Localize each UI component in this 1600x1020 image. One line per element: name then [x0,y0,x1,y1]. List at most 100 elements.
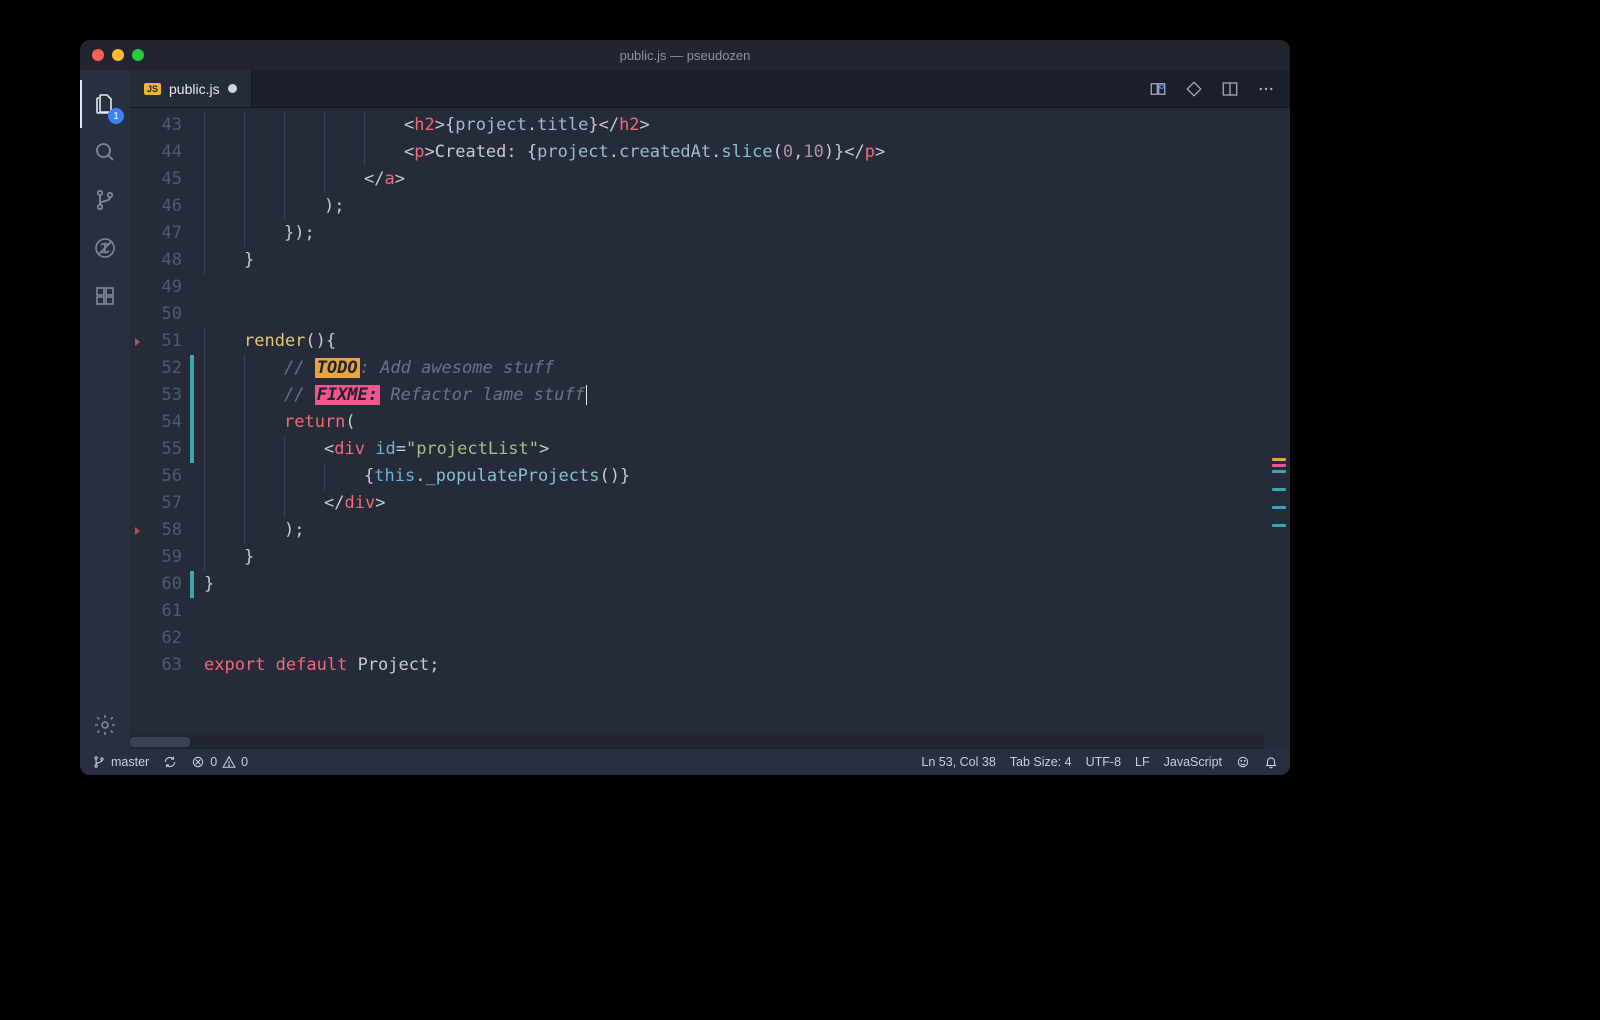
code-line[interactable]: return( [200,409,1290,436]
vscode-window: public.js — pseudozen 1 [80,40,1290,775]
split-editor-button[interactable] [1220,79,1240,99]
line-number: 48 [130,247,200,274]
status-notifications[interactable] [1264,755,1278,769]
line-number: 57 [130,490,200,517]
code-line[interactable]: {this._populateProjects()} [200,463,1290,490]
code-line[interactable]: ); [200,517,1290,544]
code-line[interactable]: render(){ [200,328,1290,355]
code-line[interactable]: <h2>{project.title}</h2> [200,112,1290,139]
bell-icon [1264,755,1278,769]
diagnostic-marker [130,328,144,355]
status-cursor[interactable]: Ln 53, Col 38 [921,755,995,769]
editor-tabs: JS public.js [130,70,1290,108]
warning-icon [222,755,236,769]
scrollbar-thumb[interactable] [130,737,190,747]
editor-actions [1134,70,1290,107]
code-line[interactable]: } [200,247,1290,274]
code-line[interactable]: ); [200,193,1290,220]
gutter-change-bar [190,355,194,382]
extensions-activity[interactable] [80,272,130,320]
line-number: 47 [130,220,200,247]
activity-bar: 1 [80,70,130,749]
line-number: 58 [130,517,200,544]
tab-label: public.js [169,81,220,97]
status-feedback[interactable] [1236,755,1250,769]
warning-count: 0 [241,755,248,769]
traffic-lights [92,49,144,61]
line-number: 56 [130,463,200,490]
ellipsis-icon [1257,80,1275,98]
status-tabsize[interactable]: Tab Size: 4 [1010,755,1072,769]
status-bar: master 0 0 Ln 53, Col 38 Tab Size: 4 UTF… [80,749,1290,775]
open-changes-button[interactable] [1184,79,1204,99]
more-actions-button[interactable] [1256,79,1276,99]
editor-body[interactable]: 4344454647484950515253545556575859606162… [130,108,1290,749]
maximize-window-button[interactable] [132,49,144,61]
settings-activity[interactable] [80,701,130,749]
code-line[interactable]: </div> [200,490,1290,517]
minimize-window-button[interactable] [112,49,124,61]
line-number: 45 [130,166,200,193]
line-number: 61 [130,598,200,625]
status-eol[interactable]: LF [1135,755,1150,769]
line-number: 46 [130,193,200,220]
extensions-icon [93,284,117,308]
line-number: 44 [130,139,200,166]
diff-diamond-icon [1185,80,1203,98]
window-title: public.js — pseudozen [80,48,1290,63]
gutter-change-bar [190,436,194,463]
compare-icon [1149,80,1167,98]
code-line[interactable]: <p>Created: {project.createdAt.slice(0,1… [200,139,1290,166]
explorer-badge: 1 [108,108,124,124]
code-area[interactable]: <h2>{project.title}</h2><p>Created: {pro… [200,108,1290,749]
status-branch[interactable]: master [92,755,149,769]
code-line[interactable]: export default Project; [200,652,1290,679]
code-line[interactable]: <div id="projectList"> [200,436,1290,463]
branch-icon [92,755,106,769]
search-icon [93,140,117,164]
error-icon [191,755,205,769]
minimap-marker [1272,488,1286,491]
minimap-marker [1272,470,1286,473]
editor-column: JS public.js [130,70,1290,749]
gutter-change-bar [190,409,194,436]
code-line[interactable] [200,625,1290,652]
explorer-activity[interactable]: 1 [80,80,130,128]
tab-public-js[interactable]: JS public.js [130,70,252,107]
search-activity[interactable] [80,128,130,176]
error-count: 0 [210,755,217,769]
split-icon [1221,80,1239,98]
code-line[interactable]: } [200,571,1290,598]
compare-changes-button[interactable] [1148,79,1168,99]
horizontal-scrollbar[interactable] [130,735,1264,749]
minimap-marker [1272,464,1286,467]
minimap-marker [1272,524,1286,527]
git-branch-icon [93,188,117,212]
smiley-icon [1236,755,1250,769]
tab-dirty-indicator [228,84,237,93]
gutter-change-bar [190,571,194,598]
code-line[interactable] [200,301,1290,328]
code-line[interactable]: } [200,544,1290,571]
gutter-change-bar [190,382,194,409]
branch-label: master [111,755,149,769]
status-problems[interactable]: 0 0 [191,755,248,769]
code-line[interactable] [200,274,1290,301]
minimap[interactable] [1264,108,1290,731]
code-line[interactable]: }); [200,220,1290,247]
debug-activity[interactable] [80,224,130,272]
code-line[interactable]: </a> [200,166,1290,193]
code-line[interactable]: // FIXME: Refactor lame stuff [200,382,1290,409]
diagnostic-marker [130,517,144,544]
close-window-button[interactable] [92,49,104,61]
source-control-activity[interactable] [80,176,130,224]
status-sync[interactable] [163,755,177,769]
gear-icon [93,713,117,737]
line-number: 63 [130,652,200,679]
status-encoding[interactable]: UTF-8 [1086,755,1121,769]
code-line[interactable]: // TODO: Add awesome stuff [200,355,1290,382]
main-area: 1 [80,70,1290,749]
title-bar: public.js — pseudozen [80,40,1290,70]
status-language[interactable]: JavaScript [1164,755,1222,769]
code-line[interactable] [200,598,1290,625]
